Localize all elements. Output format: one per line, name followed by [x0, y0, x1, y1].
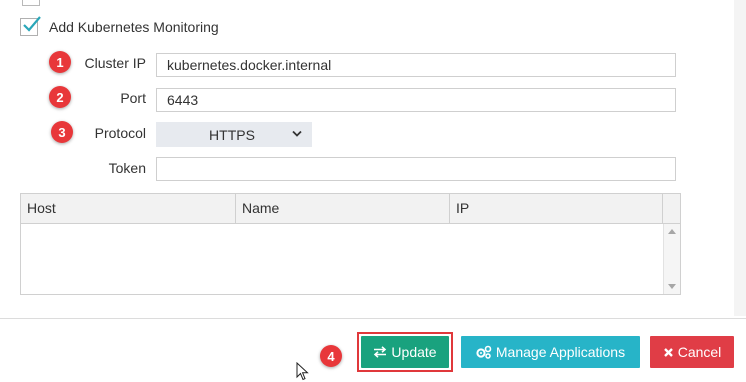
swap-arrows-icon	[373, 346, 387, 358]
manage-applications-label: Manage Applications	[495, 344, 626, 360]
footer-divider	[0, 318, 746, 319]
hosts-table: Host Name IP	[20, 193, 681, 295]
cancel-button-label: Cancel	[677, 344, 722, 360]
cluster-ip-input[interactable]: kubernetes.docker.internal	[156, 53, 676, 77]
hosts-table-header: Host Name IP	[21, 194, 680, 224]
cancel-button[interactable]: Cancel	[650, 336, 734, 368]
chevron-down-icon	[292, 130, 302, 137]
table-scrollbar[interactable]	[663, 224, 680, 294]
scroll-down-icon[interactable]	[668, 284, 676, 289]
kubernetes-monitoring-checkbox[interactable]	[20, 16, 41, 36]
page-scrollbar[interactable]	[734, 0, 746, 316]
kubernetes-monitoring-label: Add Kubernetes Monitoring	[49, 19, 219, 35]
checkmark-icon	[23, 16, 41, 32]
protocol-select[interactable]: HTTPS	[156, 122, 312, 147]
close-icon	[663, 347, 674, 358]
token-label: Token	[108, 160, 146, 176]
scroll-up-icon[interactable]	[668, 229, 676, 234]
column-header-name[interactable]: Name	[236, 194, 450, 223]
update-button-label: Update	[391, 344, 437, 360]
mouse-pointer-icon	[296, 362, 309, 381]
column-header-host[interactable]: Host	[21, 194, 236, 223]
port-label: Port	[120, 90, 146, 106]
port-input[interactable]: 6443	[156, 88, 676, 112]
cluster-ip-label: Cluster IP	[84, 55, 146, 71]
update-button[interactable]: Update	[361, 336, 449, 368]
protocol-label: Protocol	[94, 125, 146, 141]
cogs-icon	[476, 345, 492, 359]
protocol-selected-value: HTTPS	[209, 126, 255, 143]
token-input[interactable]	[156, 157, 676, 181]
column-header-ip[interactable]: IP	[450, 194, 663, 223]
manage-applications-button[interactable]: Manage Applications	[461, 336, 640, 368]
kubernetes-monitoring-toggle[interactable]: Add Kubernetes Monitoring	[20, 16, 219, 38]
previous-checkbox[interactable]	[22, 0, 40, 6]
step-badge-4: 4	[320, 345, 342, 367]
